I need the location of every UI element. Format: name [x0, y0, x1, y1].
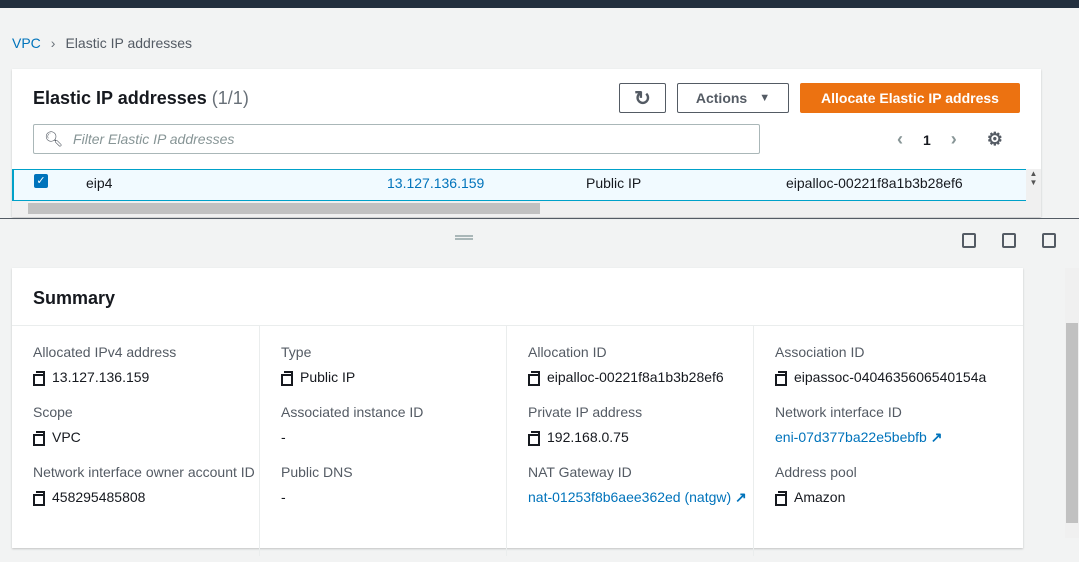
field-value-text: 192.168.0.75 — [547, 429, 629, 445]
field-value[interactable]: nat-01253f8b6aee362ed (natgw) ↗ — [528, 487, 753, 507]
field-value-text: - — [281, 489, 286, 505]
copy-icon[interactable] — [528, 430, 541, 446]
field-label: Address pool — [775, 464, 857, 480]
field-value-text: VPC — [52, 429, 81, 445]
search-icon: 🔍︎ — [44, 131, 64, 148]
field-value-text: eipassoc-0404635606540154a — [794, 369, 987, 385]
table-row[interactable]: ✓ eip4 13.127.136.159 Public IP eipalloc… — [12, 169, 1026, 201]
field-label: Network interface ID — [775, 404, 902, 420]
field-value-text: 458295485808 — [52, 489, 146, 505]
split-full-icon[interactable] — [1042, 233, 1056, 248]
row-checkbox[interactable]: ✓ — [34, 174, 48, 188]
field-label: Association ID — [775, 344, 865, 360]
row-ip-link[interactable]: 13.127.136.159 — [387, 175, 484, 191]
copy-icon[interactable] — [528, 370, 541, 386]
summary-column: Association ID eipassoc-0404635606540154a… — [753, 326, 1000, 556]
filter-field[interactable]: 🔍︎ — [33, 124, 760, 154]
field-value-text: Amazon — [794, 489, 846, 505]
copy-icon[interactable] — [33, 370, 46, 386]
vertical-scrollbar[interactable]: ▲ ▼ — [1026, 169, 1041, 217]
summary-column: Allocated IPv4 address 13.127.136.159 Scop… — [12, 326, 259, 556]
summary-panel: Summary Allocated IPv4 address 13.127.136… — [12, 268, 1023, 556]
field-value: eipassoc-0404635606540154a — [775, 367, 1000, 387]
caret-down-icon: ▼ — [759, 92, 771, 104]
field-value: - — [281, 487, 506, 507]
field-value: - — [281, 427, 506, 447]
field-label: Network interface owner account ID — [33, 464, 255, 480]
pagination: ‹ 1 › ⚙ — [897, 129, 1003, 150]
external-link-icon[interactable]: ↗ — [731, 489, 747, 505]
field-label: Type — [281, 344, 312, 360]
field-value-text: - — [281, 429, 286, 445]
page-number[interactable]: 1 — [923, 132, 931, 148]
refresh-icon: ↻ — [634, 87, 651, 110]
eip-table-panel: Elastic IP addresses (1/1) ↻ Actions ▼ Al… — [12, 69, 1041, 217]
field-value-text: eipalloc-00221f8a1b3b28ef6 — [547, 369, 724, 385]
breadcrumb-vpc[interactable]: VPC — [12, 35, 41, 51]
summary-column: Allocation ID eipalloc-00221f8a1b3b28ef6 P… — [506, 326, 753, 556]
allocate-eip-button[interactable]: Allocate Elastic IP address — [800, 83, 1020, 113]
copy-icon[interactable] — [281, 370, 294, 386]
split-divider — [0, 218, 1079, 219]
field-label: NAT Gateway ID — [528, 464, 632, 480]
field-value: VPC — [33, 427, 259, 447]
row-type: Public IP — [586, 175, 642, 191]
field-value: Public IP — [281, 367, 506, 387]
filter-input[interactable] — [73, 131, 724, 147]
copy-icon[interactable] — [33, 430, 46, 446]
field-value-text: 13.127.136.159 — [52, 369, 150, 385]
chevron-right-icon: › — [50, 35, 56, 51]
field-value: 458295485808 — [33, 487, 259, 507]
prev-page-icon[interactable]: ‹ — [897, 129, 903, 150]
external-link-icon[interactable]: ↗ — [927, 429, 943, 445]
summary-title: Summary — [33, 288, 116, 308]
resize-handle-icon[interactable] — [455, 235, 473, 240]
field-value: 13.127.136.159 — [33, 367, 259, 387]
horizontal-scrollbar[interactable] — [12, 201, 1026, 217]
breadcrumb-current: Elastic IP addresses — [65, 35, 193, 51]
next-page-icon[interactable]: › — [951, 129, 957, 150]
field-value[interactable]: eni-07d377ba22e5bebfb ↗ — [775, 427, 1000, 447]
field-value-text[interactable]: nat-01253f8b6aee362ed (natgw) — [528, 489, 731, 505]
field-label: Associated instance ID — [281, 404, 424, 420]
field-label: Allocated IPv4 address — [33, 344, 177, 360]
row-name: eip4 — [86, 175, 113, 191]
refresh-button[interactable]: ↻ — [619, 83, 666, 113]
field-value: eipalloc-00221f8a1b3b28ef6 — [528, 367, 753, 387]
page-scrollbar[interactable] — [1065, 268, 1079, 538]
panel-title: Elastic IP addresses (1/1) — [33, 88, 249, 108]
field-value: 192.168.0.75 — [528, 427, 753, 447]
top-nav-bar — [0, 0, 1079, 8]
gear-icon[interactable]: ⚙ — [987, 129, 1003, 150]
split-bottom-icon[interactable] — [962, 233, 976, 248]
field-label: Scope — [33, 404, 73, 420]
breadcrumb: VPC › Elastic IP addresses — [12, 35, 192, 51]
field-label: Allocation ID — [528, 344, 607, 360]
summary-column: Type Public IP Associated instance ID - Publ… — [259, 326, 506, 556]
copy-icon[interactable] — [775, 490, 788, 506]
field-value-text[interactable]: eni-07d377ba22e5bebfb — [775, 429, 927, 445]
field-label: Public DNS — [281, 464, 353, 480]
copy-icon[interactable] — [775, 370, 788, 386]
actions-button[interactable]: Actions ▼ — [677, 83, 789, 113]
split-side-icon[interactable] — [1002, 233, 1016, 248]
field-value-text: Public IP — [300, 369, 356, 385]
field-value: Amazon — [775, 487, 1000, 507]
field-label: Private IP address — [528, 404, 643, 420]
row-allocation-id: eipalloc-00221f8a1b3b28ef6 — [786, 175, 963, 191]
copy-icon[interactable] — [33, 490, 46, 506]
item-count: (1/1) — [211, 88, 249, 108]
